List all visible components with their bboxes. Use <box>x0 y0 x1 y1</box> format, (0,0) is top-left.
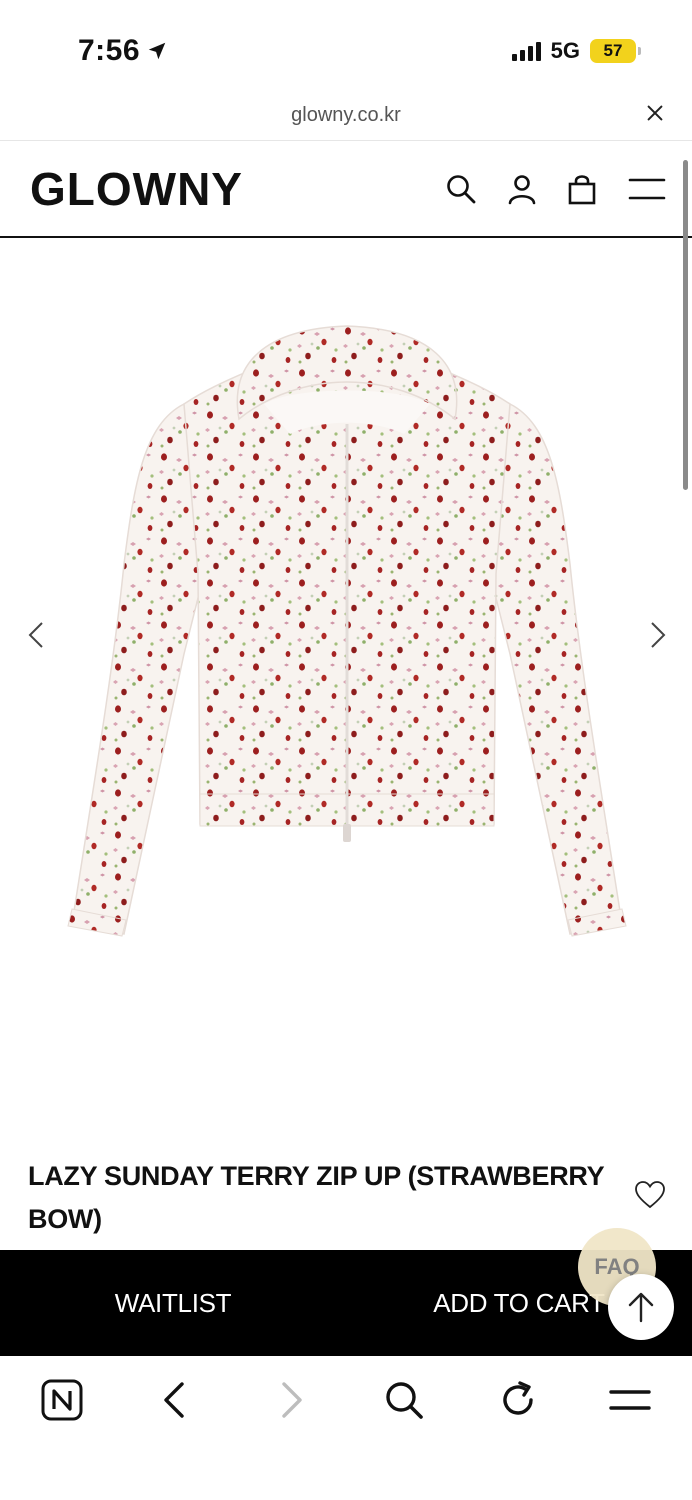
status-time: 7:56 <box>78 34 168 68</box>
menu-icon[interactable] <box>608 1378 652 1422</box>
product-image[interactable] <box>64 324 630 944</box>
status-indicators: 5G 57 <box>511 38 641 64</box>
battery-icon: 57 <box>590 39 641 63</box>
reload-icon[interactable] <box>496 1378 540 1422</box>
url-bar[interactable]: glowny.co.kr <box>0 96 692 141</box>
scroll-top-button[interactable] <box>608 1274 674 1340</box>
heart-icon[interactable] <box>634 1180 666 1210</box>
hoodie-image <box>67 325 627 937</box>
network-label: 5G <box>550 38 580 63</box>
bag-icon[interactable] <box>565 172 599 206</box>
user-icon[interactable] <box>505 172 539 206</box>
chevron-right-icon[interactable] <box>642 620 672 650</box>
chevron-left-icon[interactable] <box>22 620 52 650</box>
naver-icon[interactable] <box>40 1378 84 1422</box>
location-arrow-icon <box>148 42 166 60</box>
menu-icon[interactable] <box>628 172 666 206</box>
close-icon[interactable] <box>644 102 666 124</box>
product-title: LAZY SUNDAY TERRY ZIP UP (STRAWBERRY BOW… <box>28 1161 604 1234</box>
battery-level: 57 <box>603 41 623 60</box>
url-text[interactable]: glowny.co.kr <box>0 104 692 127</box>
browser-toolbar <box>0 1356 692 1500</box>
waitlist-button[interactable]: WAITLIST <box>0 1250 346 1356</box>
logo[interactable]: GLOWNY <box>30 162 243 216</box>
scrollbar[interactable] <box>683 160 688 490</box>
search-icon[interactable] <box>444 172 478 206</box>
site-header: GLOWNY <box>0 140 692 238</box>
time-text: 7:56 <box>78 34 141 67</box>
signal-icon <box>511 41 541 61</box>
arrow-up-icon <box>628 1292 654 1323</box>
forward-icon <box>282 1382 302 1418</box>
back-icon[interactable] <box>154 1378 198 1422</box>
search-icon[interactable] <box>382 1378 426 1422</box>
